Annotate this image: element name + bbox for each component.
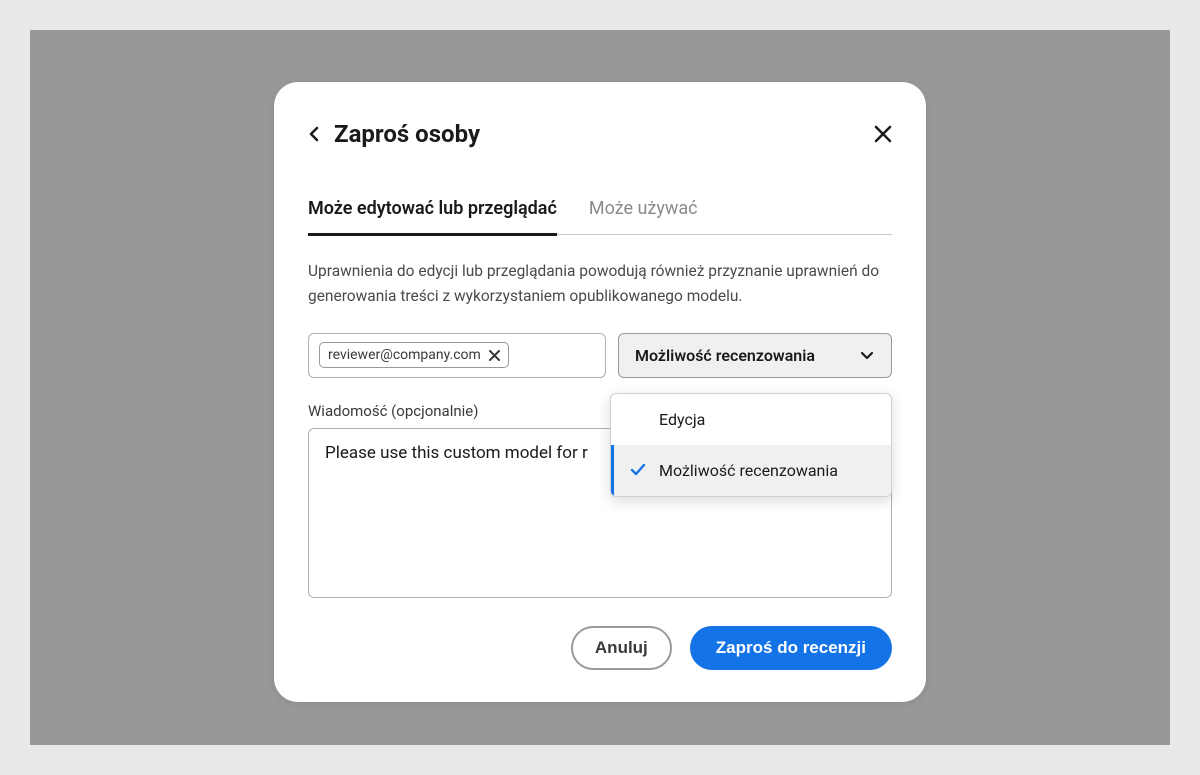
invite-dialog: Zaproś osoby Może edytować lub przegląda… — [274, 82, 926, 702]
close-icon[interactable] — [874, 125, 892, 143]
email-chip: reviewer@company.com — [319, 342, 509, 368]
cancel-button[interactable]: Anuluj — [571, 626, 672, 670]
tabs: Może edytować lub przeglądać Może używać — [308, 198, 892, 235]
dialog-title: Zaproś osoby — [334, 120, 480, 148]
header-left: Zaproś osoby — [308, 120, 480, 148]
input-row: reviewer@company.com Możliwość recenzowa… — [308, 333, 892, 378]
permission-dropdown-button[interactable]: Możliwość recenzowania — [618, 333, 892, 378]
permission-description: Uprawnienia do edycji lub przeglądania p… — [308, 259, 892, 309]
check-icon — [630, 462, 646, 478]
dropdown-option-review-label: Możliwość recenzowania — [659, 461, 838, 480]
dropdown-option-edit[interactable]: Edycja — [611, 394, 891, 445]
tab-edit-view[interactable]: Może edytować lub przeglądać — [308, 198, 557, 236]
permission-dropdown-menu: Edycja Możliwość recenzowania — [610, 393, 892, 497]
email-input[interactable]: reviewer@company.com — [308, 333, 606, 378]
chip-remove-icon[interactable] — [489, 350, 500, 361]
modal-backdrop: Zaproś osoby Może edytować lub przegląda… — [30, 30, 1170, 745]
tab-use[interactable]: Może używać — [589, 198, 698, 236]
invite-button[interactable]: Zaproś do recenzji — [690, 626, 892, 670]
permission-selected-label: Możliwość recenzowania — [635, 346, 815, 365]
dialog-footer: Anuluj Zaproś do recenzji — [308, 626, 892, 670]
email-chip-text: reviewer@company.com — [328, 347, 481, 363]
chevron-down-icon — [859, 347, 875, 363]
dialog-header: Zaproś osoby — [308, 120, 892, 148]
back-icon[interactable] — [308, 124, 322, 144]
dropdown-option-review[interactable]: Możliwość recenzowania — [611, 445, 891, 496]
